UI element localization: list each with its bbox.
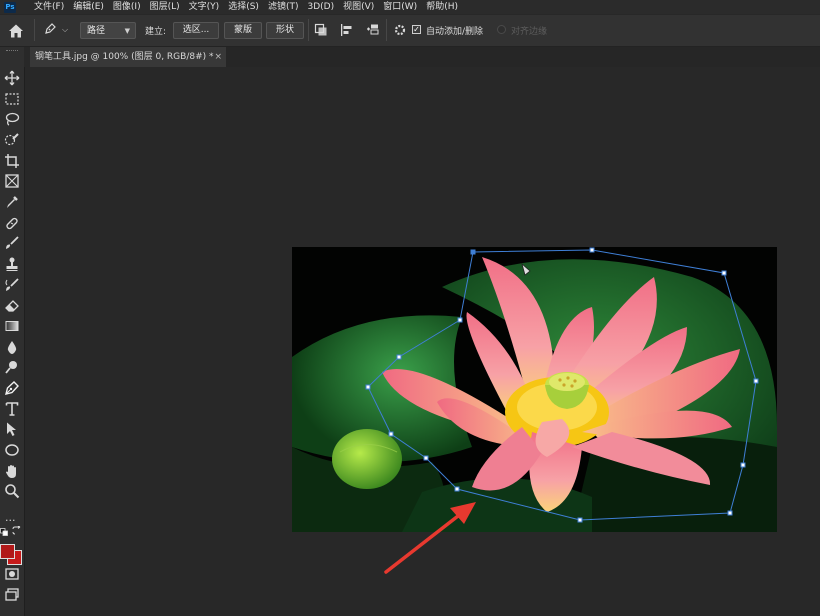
gear-icon[interactable] <box>393 23 407 37</box>
eyedropper-icon[interactable] <box>4 194 20 210</box>
menu-select[interactable]: 选择(S) <box>224 0 264 14</box>
screen-mode-icon[interactable] <box>4 587 20 603</box>
align-edges-label: 对齐边缘 <box>511 27 548 37</box>
toolbar-grip[interactable] <box>0 47 24 67</box>
clone-stamp-icon[interactable] <box>4 256 20 272</box>
home-icon[interactable] <box>7 22 25 40</box>
photoshop-logo: Ps <box>4 1 16 13</box>
menu-bar: Ps 文件(F) 编辑(E) 图像(I) 图层(L) 文字(Y) 选择(S) 滤… <box>0 0 820 14</box>
make-label: 建立: <box>145 27 167 37</box>
make-selection-button[interactable]: 选区... <box>173 22 219 39</box>
menu-type[interactable]: 文字(Y) <box>185 0 225 14</box>
tool-mode-select[interactable]: 路径 ▼ <box>80 22 136 39</box>
divider <box>386 19 387 41</box>
document-tab-bar: 钢笔工具.jpg @ 100% (图层 0, RGB/8#) * × <box>30 47 820 67</box>
annotation-arrow-icon <box>384 502 476 574</box>
close-icon[interactable]: × <box>214 47 222 67</box>
document-tab-title: 钢笔工具.jpg @ 100% (图层 0, RGB/8#) * <box>35 52 214 62</box>
lotus-photo <box>292 247 777 532</box>
hand-icon[interactable] <box>4 463 20 479</box>
quick-mask-icon[interactable] <box>4 566 20 582</box>
blur-icon[interactable] <box>4 339 20 355</box>
zoom-icon[interactable] <box>4 483 20 499</box>
menu-view[interactable]: 视图(V) <box>339 0 379 14</box>
path-selection-icon[interactable] <box>4 421 20 437</box>
history-brush-icon[interactable] <box>4 277 20 293</box>
lasso-icon[interactable] <box>4 111 20 127</box>
brush-icon[interactable] <box>4 235 20 251</box>
document-tab[interactable]: 钢笔工具.jpg @ 100% (图层 0, RGB/8#) * × <box>30 47 226 67</box>
path-operations-icon[interactable] <box>314 23 328 37</box>
menu-filter[interactable]: 滤镜(T) <box>264 0 304 14</box>
menu-image[interactable]: 图像(I) <box>109 0 146 14</box>
gradient-icon[interactable] <box>4 318 20 334</box>
options-bar: ⌵ 路径 ▼ 建立: 选区... 蒙版 形状 ✓ 自动添加/删除 对齐边缘 <box>0 15 820 47</box>
path-arrangement-icon[interactable] <box>366 23 380 37</box>
divider <box>308 19 309 41</box>
document-canvas[interactable] <box>292 247 777 532</box>
crop-icon[interactable] <box>4 153 20 169</box>
healing-brush-icon[interactable] <box>4 215 20 231</box>
pen-tool-preset-icon[interactable] <box>43 22 57 36</box>
type-icon[interactable] <box>4 401 20 417</box>
auto-add-delete-label: 自动添加/删除 <box>426 27 484 37</box>
path-alignment-icon[interactable] <box>340 23 354 37</box>
quick-select-icon[interactable] <box>4 132 20 148</box>
marquee-icon[interactable] <box>4 91 20 107</box>
make-shape-button[interactable]: 形状 <box>266 22 304 39</box>
tools-panel: ... <box>0 67 25 616</box>
menu-file[interactable]: 文件(F) <box>22 0 69 14</box>
menu-edit[interactable]: 编辑(E) <box>69 0 109 14</box>
move-icon[interactable] <box>4 70 20 86</box>
make-mask-button[interactable]: 蒙版 <box>224 22 262 39</box>
more-tools-icon[interactable]: ... <box>5 511 16 524</box>
swap-colors-icon[interactable] <box>12 526 21 535</box>
foreground-color-swatch[interactable] <box>0 544 15 559</box>
tool-mode-value: 路径 <box>87 26 106 36</box>
menu-help[interactable]: 帮助(H) <box>422 0 463 14</box>
menu-3d[interactable]: 3D(D) <box>303 0 339 14</box>
align-edges-checkbox[interactable] <box>497 25 506 34</box>
chevron-down-icon[interactable]: ⌵ <box>62 25 68 35</box>
divider <box>34 19 35 41</box>
menu-layer[interactable]: 图层(L) <box>146 0 185 14</box>
ellipse-icon[interactable] <box>4 442 20 458</box>
dodge-icon[interactable] <box>4 359 20 375</box>
menu-window[interactable]: 窗口(W) <box>379 0 422 14</box>
eraser-icon[interactable] <box>4 297 20 313</box>
chevron-down-icon: ▼ <box>124 27 130 35</box>
pen-icon[interactable] <box>1 378 23 398</box>
frame-icon[interactable] <box>4 173 20 189</box>
auto-add-delete-checkbox[interactable]: ✓ <box>412 25 421 34</box>
default-colors-icon[interactable] <box>0 528 8 536</box>
